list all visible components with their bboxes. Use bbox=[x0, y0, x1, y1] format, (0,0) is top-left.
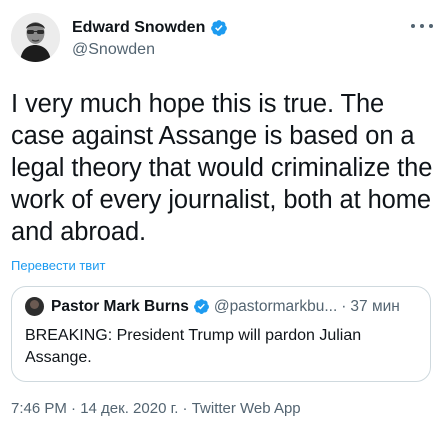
author-handle[interactable]: @Snowden bbox=[72, 41, 228, 59]
author-avatar[interactable] bbox=[11, 13, 60, 62]
author-block: Edward Snowden @Snowden bbox=[72, 17, 228, 59]
separator-dot: · bbox=[341, 297, 347, 315]
more-options-icon[interactable] bbox=[411, 18, 433, 34]
quoted-tweet-text: BREAKING: President Trump will pardon Ju… bbox=[25, 327, 362, 366]
translate-tweet-link[interactable]: Перевести твит bbox=[11, 258, 105, 273]
quoted-tweet-time: 37 мин bbox=[350, 297, 400, 315]
quoted-tweet-header: Pastor Mark Burns @pastormarkbu... · 37 … bbox=[25, 297, 420, 316]
verified-badge-icon bbox=[211, 20, 228, 36]
tweet-card: Edward Snowden @Snowden I very much hope… bbox=[0, 0, 445, 424]
author-name[interactable]: Edward Snowden bbox=[72, 19, 205, 37]
tweet-text: I very much hope this is true. The case … bbox=[11, 90, 433, 246]
avatar-image bbox=[11, 13, 60, 62]
quoted-tweet[interactable]: Pastor Mark Burns @pastormarkbu... · 37 … bbox=[11, 286, 431, 382]
quoted-author-name: Pastor Mark Burns bbox=[51, 297, 189, 315]
quoted-author-avatar bbox=[25, 297, 44, 316]
verified-badge-icon bbox=[193, 299, 209, 314]
quoted-author-handle: @pastormarkbu... bbox=[213, 297, 338, 315]
tweet-meta[interactable]: 7:46 PM · 14 дек. 2020 г. · Twitter Web … bbox=[11, 400, 301, 417]
